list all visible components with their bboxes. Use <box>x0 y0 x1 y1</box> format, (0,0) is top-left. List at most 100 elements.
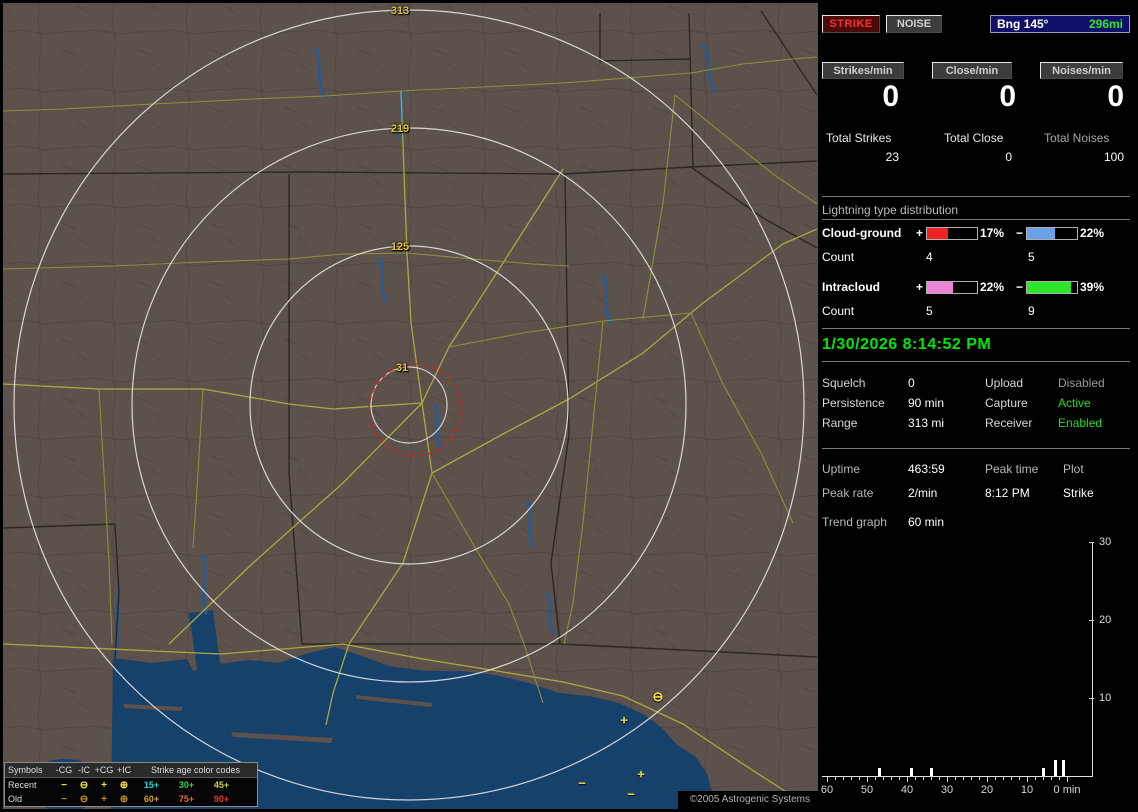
x-tick <box>915 777 916 780</box>
x-tick-label: 20 <box>980 784 994 796</box>
trend-bar <box>1062 760 1065 776</box>
ic-plus-pct: 22% <box>980 280 1005 294</box>
strikes-per-min-value: 0 <box>882 80 899 113</box>
strike-symbol-negcg: − <box>627 786 635 802</box>
cloud-ground-label: Cloud-ground <box>822 226 902 240</box>
total-strikes-value: 23 <box>885 150 899 164</box>
total-noises-label: Total Noises <box>1044 131 1110 145</box>
cg-plus-bar <box>926 227 978 240</box>
trend-bar <box>1042 768 1045 776</box>
legend-old-row: Old − ⊖ + ⊕ 60+ 75+ 90+ <box>5 792 257 806</box>
separator <box>822 328 1130 329</box>
separator <box>822 196 1130 197</box>
range-label: Range <box>822 416 858 430</box>
x-tick <box>1067 777 1068 782</box>
legend-col-neg-ic: -IC <box>78 765 90 775</box>
x-tick <box>1011 777 1012 780</box>
y-tick <box>1089 697 1094 699</box>
age-code-90: 90+ <box>213 794 230 804</box>
close-per-min-button[interactable]: Close/min <box>932 62 1012 79</box>
x-tick <box>1003 777 1004 780</box>
neg-ic-recent-icon: ⊖ <box>79 779 89 791</box>
neg-cg-old-icon: − <box>61 793 67 805</box>
ring-label-31: 31 <box>395 362 409 374</box>
x-tick <box>875 777 876 780</box>
distribution-title: Lightning type distribution <box>822 203 959 217</box>
ic-plus-bar <box>926 281 978 294</box>
x-tick <box>851 777 852 780</box>
strike-symbol-negcg: − <box>578 775 586 791</box>
receiver-value: Enabled <box>1058 416 1103 430</box>
trend-bar <box>910 768 913 776</box>
noise-mode-button[interactable]: NOISE <box>886 15 942 33</box>
peak-rate-value: 2/min <box>908 486 938 500</box>
y-tick-label: 20 <box>1099 613 1112 626</box>
y-tick <box>1089 541 1094 543</box>
pos-ic-old-icon: ⊕ <box>119 793 129 805</box>
neg-ic-old-icon: ⊖ <box>79 793 89 805</box>
cg-plus-bar-fill <box>927 228 948 239</box>
noises-per-min-button[interactable]: Noises/min <box>1040 62 1123 79</box>
total-noises-value: 100 <box>1103 150 1124 164</box>
separator <box>822 361 1130 362</box>
plus-sign: + <box>916 280 924 294</box>
bearing-range-value: 296mi <box>1088 17 1123 31</box>
x-tick-label: 60 <box>820 784 834 796</box>
plot-value: Strike <box>1063 486 1094 500</box>
minus-sign: − <box>1016 226 1024 240</box>
ic-minus-bar-fill <box>1027 282 1071 293</box>
ring-label-313: 313 <box>390 5 410 17</box>
y-tick-label: 30 <box>1099 535 1112 548</box>
upload-value: Disabled <box>1058 376 1105 390</box>
x-tick <box>995 777 996 780</box>
peak-time-label: Peak time <box>985 462 1039 476</box>
cg-minus-pct: 22% <box>1080 226 1105 240</box>
ring-label-125: 125 <box>390 241 410 253</box>
range-value: 313 mi <box>908 416 945 430</box>
x-tick <box>1027 777 1028 782</box>
age-code-30: 30+ <box>178 780 195 790</box>
x-tick <box>1059 777 1060 780</box>
x-tick <box>955 777 956 780</box>
trend-graph-label: Trend graph <box>822 515 887 529</box>
trend-graph-chart: 0 min 10 20 30 40 50 60 30 20 10 <box>820 535 1138 808</box>
capture-value: Active <box>1058 396 1091 410</box>
strikes-per-min-button[interactable]: Strikes/min <box>822 62 904 79</box>
cg-minus-count: 5 <box>1028 250 1035 264</box>
pos-cg-recent-icon: + <box>101 779 107 791</box>
x-tick <box>963 777 964 780</box>
trend-bar <box>930 768 933 776</box>
x-tick <box>979 777 980 780</box>
persistence-label: Persistence <box>822 396 885 410</box>
ring-label-219: 219 <box>390 123 410 135</box>
lightning-map[interactable]: 313 219 125 31 Symbols -CG -IC +CG +IC S… <box>3 3 818 809</box>
strike-mode-button[interactable]: STRIKE <box>822 15 880 33</box>
receiver-label: Receiver <box>985 416 1033 430</box>
clock-readout: 1/30/2026 8:14:52 PM <box>822 336 992 353</box>
x-tick <box>987 777 988 782</box>
x-tick <box>1019 777 1020 780</box>
x-tick <box>947 777 948 782</box>
trend-bar <box>1054 760 1057 776</box>
strike-symbol-poscg: + <box>620 712 628 728</box>
strike-symbol-poscg: + <box>637 766 645 782</box>
x-tick-label: 0 min <box>1053 784 1081 796</box>
bearing-readout: Bng 145° 296mi <box>990 15 1130 33</box>
total-close-label: Total Close <box>944 131 1004 145</box>
legend-age-header: Strike age color codes <box>150 765 241 775</box>
cg-plus-pct: 17% <box>980 226 1005 240</box>
x-tick <box>907 777 908 782</box>
pos-ic-recent-icon: ⊕ <box>119 779 129 791</box>
x-tick <box>835 777 836 780</box>
x-tick-label: 50 <box>860 784 874 796</box>
noises-per-min-value: 0 <box>1107 80 1124 113</box>
x-tick <box>1035 777 1036 780</box>
ic-count-label: Count <box>822 304 855 318</box>
age-code-15: 15+ <box>143 780 160 790</box>
legend-col-pos-cg: +CG <box>94 765 114 775</box>
map-legend: Symbols -CG -IC +CG +IC Strike age color… <box>4 762 258 807</box>
chart-y-axis <box>1092 542 1093 776</box>
legend-col-neg-cg: -CG <box>55 765 73 775</box>
x-tick-label: 10 <box>1020 784 1034 796</box>
cg-minus-bar <box>1026 227 1078 240</box>
